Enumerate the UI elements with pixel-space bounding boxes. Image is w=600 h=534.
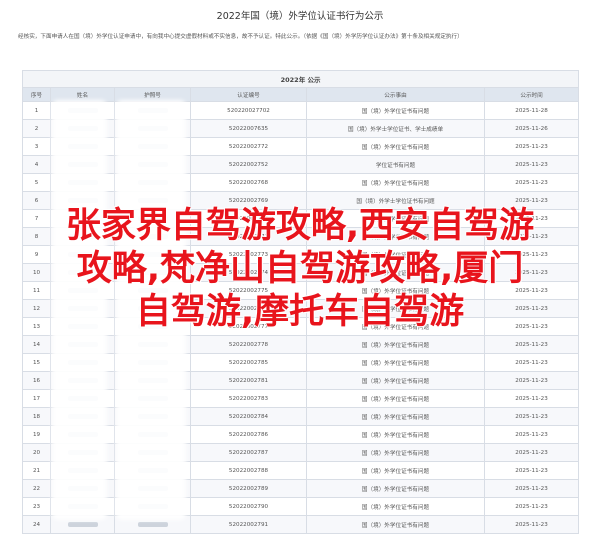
- row-number-cell: 5: [22, 173, 51, 192]
- reason-cell: 国（境）外学位证书有问题: [306, 137, 485, 156]
- certificate-number-cell: 52022002781: [190, 371, 307, 390]
- date-cell: 2025-11-23: [483, 155, 580, 174]
- date-cell: 2025-11-28: [483, 101, 580, 120]
- reason-cell: 国（境）外学位证书有问题: [306, 389, 485, 408]
- reason-cell: 国（境）外学位证书有问题: [306, 353, 485, 372]
- reason-cell: 国（境）外学位证书有问题: [306, 479, 485, 498]
- certificate-number-cell: 52022002752: [190, 155, 307, 174]
- date-cell: 2025-11-23: [483, 173, 580, 192]
- reason-cell: 国（境）外学位证书有问题: [306, 371, 485, 390]
- row-number-cell: 4: [22, 155, 51, 174]
- date-cell: 2025-11-23: [483, 389, 580, 408]
- row-number-cell: 16: [22, 371, 51, 390]
- certificate-number-cell: 52022002768: [190, 173, 307, 192]
- reason-cell: 国（境）外学位证书有问题: [306, 407, 485, 426]
- date-cell: 2025-11-23: [483, 407, 580, 426]
- date-cell: 2025-11-23: [483, 461, 580, 480]
- overlay-headline-line-1: 张家界自驾游攻略,西安自驾游: [65, 206, 535, 246]
- reason-cell: 国（境）外学位证书有问题: [306, 443, 485, 462]
- row-number-cell: 18: [22, 407, 51, 426]
- certificate-number-cell: 52022002791: [190, 515, 307, 534]
- certificate-number-cell: 52022002790: [190, 497, 307, 516]
- certificate-number-cell: 52022002778: [190, 335, 307, 354]
- certificate-number-cell: 52022002783: [190, 389, 307, 408]
- certificate-number-cell: 52022002770‌2: [190, 101, 307, 120]
- date-cell: 2025-11-23: [483, 425, 580, 444]
- reason-cell: 国（境）外学位证书有问题: [306, 101, 485, 120]
- date-cell: 2025-11-23: [483, 335, 580, 354]
- table-title: 2022年 公示: [21, 70, 580, 88]
- table-header-row: 序号 姓名 护照号 认证编号 公示事由 公示时间: [22, 87, 580, 102]
- row-number-cell: 14: [22, 335, 51, 354]
- date-cell: 2025-11-23: [483, 443, 580, 462]
- redacted-text: [67, 521, 98, 527]
- reason-cell: 国（境）外学位证书有问题: [306, 425, 485, 444]
- column-header: 公示事由: [306, 87, 485, 102]
- row-number-cell: 15: [22, 353, 51, 372]
- row-number-cell: 22: [22, 479, 51, 498]
- redacted-text: [137, 521, 168, 527]
- row-number-cell: 3: [22, 137, 51, 156]
- reason-cell: 学位证书有问题: [306, 155, 485, 174]
- column-header: 序号: [22, 87, 51, 102]
- row-number-cell: 20: [22, 443, 51, 462]
- reason-cell: 国（境）外学位证书有问题: [306, 497, 485, 516]
- row-number-cell: 23: [22, 497, 51, 516]
- page-title: 2022年国（境）外学位认证书行为公示: [216, 11, 384, 22]
- date-cell: 2025-11-23: [483, 497, 580, 516]
- table-row: 24 52022002791 国（境）外学位证书有问题 2025-11-23: [22, 515, 580, 534]
- reason-cell: 国（境）外学位证书有问题: [306, 461, 485, 480]
- column-header: 公示时间: [483, 87, 580, 102]
- certificate-number-cell: 52022002784: [190, 407, 307, 426]
- row-number-cell: 21: [22, 461, 51, 480]
- certificate-number-cell: 52022002785: [190, 353, 307, 372]
- row-number-cell: 2: [22, 119, 51, 138]
- reason-cell: 国（境）外学位证书有问题: [306, 335, 485, 354]
- row-number-cell: 24: [22, 515, 51, 534]
- column-header: 认证编号: [190, 87, 307, 102]
- certificate-number-cell: 52022002787: [190, 443, 307, 462]
- reason-cell: 国（境）外学士学位证书、学士成绩单: [306, 119, 485, 138]
- date-cell: 2025-11-23: [483, 137, 580, 156]
- reason-cell: 国（境）外学位证书有问题: [306, 173, 485, 192]
- certificate-number-cell: 52022002788: [190, 461, 307, 480]
- certificate-number-cell: 52022002772: [190, 137, 307, 156]
- intro-paragraph: 经核实，下面申请人在国（境）外学位认证申请中，有向我中心提交虚假材料或不实信息，…: [18, 34, 463, 40]
- row-number-cell: 17: [22, 389, 51, 408]
- certificate-number-cell: 52022002786: [190, 425, 307, 444]
- row-number-cell: 19: [22, 425, 51, 444]
- overlay-headline-line-3: 自驾游,摩托车自驾游: [135, 292, 465, 332]
- certificate-number-cell: 52022002789: [190, 479, 307, 498]
- certificate-number-cell: 52022007635: [190, 119, 307, 138]
- date-cell: 2025-11-23: [483, 479, 580, 498]
- date-cell: 2025-11-23: [483, 353, 580, 372]
- row-number-cell: 1: [22, 101, 51, 120]
- date-cell: 2025-11-23: [483, 371, 580, 390]
- date-cell: 2025-11-26: [483, 119, 580, 138]
- reason-cell: 国（境）外学位证书有问题: [306, 515, 485, 534]
- date-cell: 2025-11-23: [483, 515, 580, 534]
- overlay-headline-line-2: 攻略,梵净山自驾游攻略,厦门: [76, 249, 524, 289]
